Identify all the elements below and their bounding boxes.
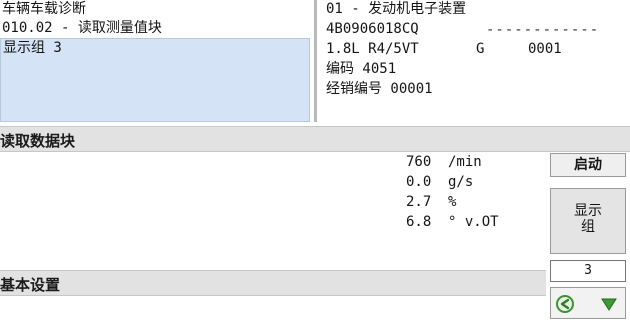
unit-ignition: ° v.OT [448,214,499,230]
navigation-controls [550,287,626,319]
value-load: 2.7 [406,194,432,210]
basic-settings-header: 基本设置 [0,270,546,296]
engine-type: 1.8L R4/5VT [326,41,419,57]
display-group-button[interactable]: 显示 组 [550,188,626,254]
value-ignition: 6.8 [406,214,432,230]
part-number: 4B0906018CQ [326,21,419,37]
panel-divider [314,0,317,122]
display-group-list[interactable]: 显示组 3 [0,38,310,122]
app-title: 车辆车载诊断 [2,1,86,17]
read-block-title: 读取数据块 [0,132,76,150]
software-version: 0001 [528,41,562,57]
function-panel: 车辆车载诊断 010.02 - 读取测量值块 显示组 3 [0,0,312,122]
unit-airflow: g/s [448,174,474,190]
control-unit-name: 01 - 发动机电子装置 [326,1,467,17]
display-group-label-2: 组 [581,219,595,235]
value-airflow: 0.0 [406,174,432,190]
coding-value: 编码 4051 [326,61,397,77]
basic-settings-title: 基本设置 [0,276,61,294]
part-number-dashes: ------------ [486,22,600,38]
dealer-number: 经销编号 00001 [326,81,433,97]
engine-letter: G [476,41,485,57]
function-title: 010.02 - 读取测量值块 [2,20,162,36]
unit-load: % [448,194,457,210]
read-block-header: 读取数据块 [0,126,630,152]
back-arrow-icon[interactable] [555,294,575,314]
unit-rpm: /min [448,154,482,170]
display-group-number-field[interactable]: 3 [550,260,626,282]
display-group-label-1: 显示 [574,203,602,219]
display-group-item[interactable]: 显示组 3 [3,39,62,57]
control-unit-info: 01 - 发动机电子装置 4B0906018CQ ------------ 1.… [318,0,630,122]
start-button[interactable]: 启动 [550,153,626,177]
forward-arrow-icon[interactable] [599,294,619,314]
value-rpm: 760 [406,154,432,170]
